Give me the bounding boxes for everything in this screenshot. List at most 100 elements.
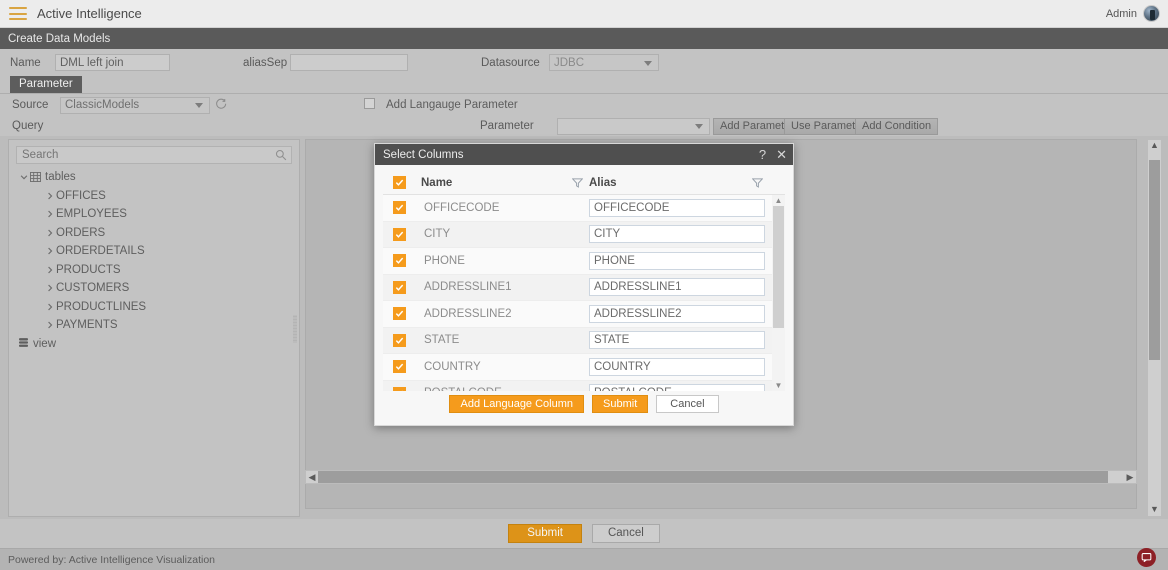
tree-node-label: EMPLOYEES xyxy=(56,208,127,221)
alias-input[interactable] xyxy=(589,384,765,391)
h-scroll-thumb[interactable] xyxy=(318,471,1108,483)
search-icon[interactable] xyxy=(275,149,287,161)
aliassep-input[interactable] xyxy=(290,54,408,71)
dialog-vertical-scrollbar[interactable]: ▲ ▼ xyxy=(772,195,785,391)
chevron-right-icon[interactable] xyxy=(43,228,56,238)
scroll-track[interactable] xyxy=(1148,152,1161,504)
name-input[interactable] xyxy=(55,54,170,71)
chevron-right-icon[interactable] xyxy=(43,283,56,293)
row-checkbox[interactable] xyxy=(393,386,406,391)
user-area[interactable]: Admin xyxy=(1106,5,1160,22)
hamburger-menu-icon[interactable] xyxy=(9,7,27,20)
alias-input[interactable] xyxy=(589,251,765,270)
tree-node-label: PRODUCTLINES xyxy=(56,300,147,313)
form-row-query: Query Parameter Add Parameter Use Parame… xyxy=(0,116,1168,136)
top-bar: Active Intelligence Admin xyxy=(0,0,1168,28)
alias-input[interactable] xyxy=(589,331,765,350)
tree-node-tables[interactable]: tables xyxy=(17,168,299,187)
footer: Powered by: Active Intelligence Visualiz… xyxy=(0,548,1168,570)
submit-button[interactable]: Submit xyxy=(508,524,582,543)
dialog-submit-button[interactable]: Submit xyxy=(592,395,649,413)
row-checkbox[interactable] xyxy=(393,333,406,347)
scroll-down-arrow-icon[interactable]: ▼ xyxy=(775,380,783,391)
tree-node-table[interactable]: OFFICES xyxy=(17,187,299,206)
chevron-right-icon[interactable] xyxy=(43,320,56,330)
tab-parameter[interactable]: Parameter xyxy=(10,76,82,93)
scroll-left-arrow-icon[interactable]: ◀ xyxy=(306,472,318,483)
close-icon[interactable]: ✕ xyxy=(776,148,787,161)
select-all-checkbox[interactable] xyxy=(393,176,406,189)
tree-node-table[interactable]: PAYMENTS xyxy=(17,316,299,335)
cancel-button[interactable]: Cancel xyxy=(591,524,660,543)
add-language-column-button[interactable]: Add Language Column xyxy=(449,395,585,413)
alias-input[interactable] xyxy=(589,225,765,244)
page-title: Create Data Models xyxy=(0,28,1168,49)
select-all-checkbox-cell xyxy=(383,176,421,189)
row-checkbox[interactable] xyxy=(393,280,406,294)
dialog-scroll-track[interactable] xyxy=(773,206,784,380)
row-checkbox-cell xyxy=(383,307,421,321)
scroll-down-arrow-icon[interactable]: ▼ xyxy=(1150,504,1159,516)
row-checkbox[interactable] xyxy=(393,201,406,215)
tree-node-table[interactable]: ORDERS xyxy=(17,224,299,243)
column-name-cell: COUNTRY xyxy=(424,360,481,373)
tree-node-table[interactable]: CUSTOMERS xyxy=(17,279,299,298)
tree-node-table[interactable]: PRODUCTS xyxy=(17,261,299,280)
tree-node-label: PRODUCTS xyxy=(56,263,121,276)
source-select[interactable]: ClassicModels xyxy=(60,96,210,114)
parameter-select[interactable] xyxy=(557,117,710,135)
chevron-right-icon[interactable] xyxy=(43,246,56,256)
column-name-cell: ADDRESSLINE1 xyxy=(424,281,512,294)
alias-input[interactable] xyxy=(589,304,765,323)
row-checkbox[interactable] xyxy=(393,307,406,321)
footer-text: Powered by: Active Intelligence Visualiz… xyxy=(8,553,216,566)
tree-node-table[interactable]: PRODUCTLINES xyxy=(17,298,299,317)
add-language-parameter-checkbox[interactable] xyxy=(364,98,375,109)
add-language-parameter-label: Add Langauge Parameter xyxy=(386,99,518,111)
chevron-right-icon[interactable] xyxy=(43,209,56,219)
scroll-thumb[interactable] xyxy=(1149,160,1160,360)
alias-input[interactable] xyxy=(589,357,765,376)
dialog-header: Select Columns ? ✕ xyxy=(375,144,793,165)
row-checkbox-cell xyxy=(383,360,421,374)
h-scroll-track[interactable] xyxy=(318,471,1124,483)
table-row: POSTALCODE xyxy=(383,380,785,391)
horizontal-scrollbar[interactable]: ◀ ▶ xyxy=(305,470,1137,484)
schema-tree-panel: tables OFFICES EMPLOYEES ORDERS ORDERDETAIL… xyxy=(8,139,300,517)
row-checkbox[interactable] xyxy=(393,227,406,241)
filter-icon[interactable] xyxy=(571,177,584,188)
search-input[interactable] xyxy=(16,146,292,164)
row-checkbox[interactable] xyxy=(393,360,406,374)
tree-node-view[interactable]: view xyxy=(17,335,299,354)
refresh-icon[interactable] xyxy=(215,98,227,110)
chevron-down-icon[interactable] xyxy=(17,172,30,182)
chevron-right-icon[interactable] xyxy=(43,265,56,275)
tree-node-table[interactable]: ORDERDETAILS xyxy=(17,242,299,261)
panel-resize-handle[interactable] xyxy=(293,315,297,343)
datasource-select[interactable]: JDBC xyxy=(549,54,659,71)
chat-bubble-icon[interactable] xyxy=(1137,548,1156,567)
select-columns-dialog: Select Columns ? ✕ Name Alias OFFICECODE… xyxy=(374,143,794,426)
row-checkbox[interactable] xyxy=(393,254,406,268)
vertical-scrollbar[interactable]: ▲ ▼ xyxy=(1147,139,1162,517)
chevron-right-icon[interactable] xyxy=(43,302,56,312)
dialog-scroll-thumb[interactable] xyxy=(773,206,784,328)
scroll-right-arrow-icon[interactable]: ▶ xyxy=(1124,472,1136,483)
dialog-cancel-button[interactable]: Cancel xyxy=(656,395,719,413)
scroll-up-arrow-icon[interactable]: ▲ xyxy=(1150,140,1159,152)
scroll-up-arrow-icon[interactable]: ▲ xyxy=(775,195,783,206)
avatar[interactable] xyxy=(1143,5,1160,22)
tab-strip: Parameter xyxy=(0,76,1168,94)
app-title: Active Intelligence xyxy=(37,6,142,21)
grid-icon xyxy=(30,172,41,183)
app-root: Active Intelligence Admin Create Data Mo… xyxy=(0,0,1168,570)
chevron-down-icon xyxy=(644,60,652,66)
column-name-cell: STATE xyxy=(424,334,460,347)
alias-input[interactable] xyxy=(589,198,765,217)
add-condition-button[interactable]: Add Condition xyxy=(855,117,939,135)
chevron-right-icon[interactable] xyxy=(43,191,56,201)
filter-icon[interactable] xyxy=(751,177,764,188)
question-mark-icon[interactable]: ? xyxy=(759,148,766,161)
alias-input[interactable] xyxy=(589,278,765,297)
tree-node-table[interactable]: EMPLOYEES xyxy=(17,205,299,224)
